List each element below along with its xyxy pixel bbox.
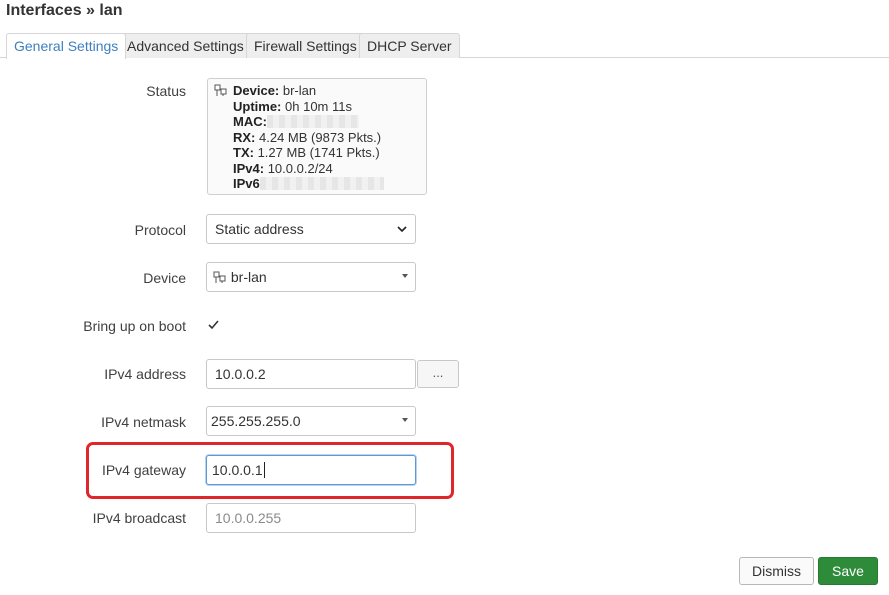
redacted-ipv6 <box>259 177 384 190</box>
tab-general-settings[interactable]: General Settings <box>6 33 127 59</box>
ipv4-netmask-value: 255.255.255.0 <box>211 413 301 429</box>
network-bridge-icon <box>214 84 227 96</box>
tab-advanced-settings[interactable]: Advanced Settings <box>119 33 252 58</box>
dropdown-caret-icon <box>402 418 408 422</box>
ipv4-broadcast-placeholder: 10.0.0.255 <box>215 510 282 526</box>
status-uptime-key: Uptime: <box>233 98 282 114</box>
status-mac-key: MAC: <box>233 114 267 129</box>
ipv4-address-more-button[interactable]: ... <box>417 360 459 388</box>
protocol-select[interactable]: Static address <box>206 214 416 244</box>
boot-checkbox[interactable] <box>207 318 220 331</box>
protocol-label: Protocol <box>134 222 186 238</box>
status-ipv4-key: IPv4: <box>233 160 265 176</box>
status-uptime-value: 0h 10m 11s <box>285 98 352 114</box>
save-button[interactable]: Save <box>818 557 878 585</box>
dismiss-button[interactable]: Dismiss <box>739 557 814 585</box>
highlight-box <box>86 442 454 499</box>
device-select[interactable]: br-lan <box>206 262 416 292</box>
ipv4-broadcast-label: IPv4 broadcast <box>92 510 186 526</box>
page-title: Interfaces » lan <box>6 2 123 19</box>
network-bridge-icon <box>213 271 226 283</box>
status-device-key: Device: <box>233 83 280 98</box>
ipv4-netmask-select[interactable]: 255.255.255.0 <box>206 406 416 436</box>
status-device-value: br-lan <box>282 83 317 98</box>
tab-bar: General Settings Advanced Settings Firew… <box>0 33 889 59</box>
ipv4-netmask-label: IPv4 netmask <box>101 414 186 430</box>
status-ipv6-key: IPv6 <box>233 176 260 191</box>
tab-dhcp-server[interactable]: DHCP Server <box>359 33 460 58</box>
dropdown-caret-icon <box>402 274 408 278</box>
boot-label: Bring up on boot <box>83 318 186 334</box>
status-tx-value: 1.27 MB (1741 Pkts.) <box>257 145 380 160</box>
status-rx-key: RX: <box>233 129 256 145</box>
redacted-mac <box>266 115 359 128</box>
device-label: Device <box>143 270 186 286</box>
ipv4-address-label: IPv4 address <box>104 366 186 382</box>
status-ipv4-value: 10.0.0.2/24 <box>267 160 333 176</box>
ipv4-address-input[interactable]: 10.0.0.2 <box>206 359 416 389</box>
status-panel: Device: br-lan Uptime: 0h 10m 11s MAC: R… <box>207 78 427 195</box>
status-label: Status <box>146 83 186 99</box>
tab-firewall-settings[interactable]: Firewall Settings <box>246 33 365 58</box>
status-tx-key: TX: <box>233 145 254 160</box>
status-rx-value: 4.24 MB (9873 Pkts.) <box>259 129 382 145</box>
chevron-down-icon <box>397 226 407 233</box>
ipv4-broadcast-input[interactable]: 10.0.0.255 <box>206 503 416 533</box>
device-value: br-lan <box>230 269 267 285</box>
protocol-value: Static address <box>215 221 304 237</box>
